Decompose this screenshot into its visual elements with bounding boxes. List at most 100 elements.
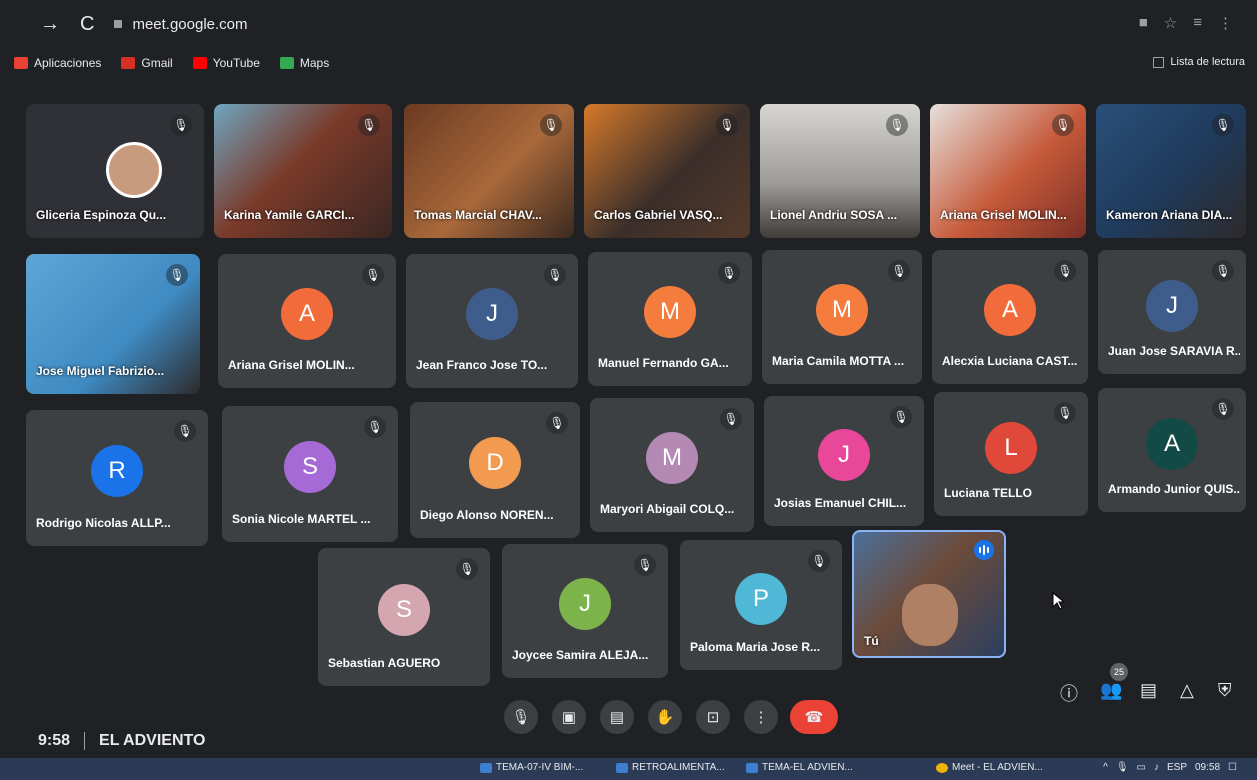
url-text: meet.google.com: [132, 15, 248, 33]
network-icon[interactable]: ▭: [1137, 762, 1146, 773]
participant-name: Sonia Nicole MARTEL ...: [232, 512, 371, 526]
avatar: A: [1146, 417, 1198, 470]
language-indicator[interactable]: ESP: [1167, 762, 1187, 773]
system-tray: ^ 🎙 ▭ ♪ ESP 09:58 ☐: [1103, 762, 1237, 773]
bookmark-label: Maps: [299, 56, 330, 70]
participant-name: Manuel Fernando GA...: [598, 356, 729, 370]
participant-tile[interactable]: 🎙 Jose Miguel Fabrizio...: [26, 254, 200, 394]
participant-tile[interactable]: 🎙 J Juan Jose SARAVIA R...: [1098, 250, 1246, 374]
raise-hand-button[interactable]: ✋: [648, 700, 682, 734]
avatar: S: [378, 584, 430, 637]
host-controls-icon[interactable]: ⛨: [1218, 680, 1232, 701]
captions-button[interactable]: ▤: [600, 700, 634, 734]
notifications-icon[interactable]: ☐: [1228, 762, 1237, 773]
mic-button[interactable]: 🎙: [504, 700, 538, 734]
menu-icon[interactable]: ⋮: [1218, 14, 1233, 32]
participant-tile[interactable]: 🎙 Gliceria Espinoza Qu...: [26, 104, 204, 238]
participant-tile[interactable]: 🎙 A Ariana Grisel MOLIN...: [218, 254, 396, 388]
participant-name: Ariana Grisel MOLIN...: [228, 358, 355, 372]
meeting-details-icon[interactable]: ⓘ: [1060, 680, 1078, 706]
tray-mic-icon[interactable]: 🎙: [1116, 762, 1129, 773]
participant-tile[interactable]: 🎙 A Armando Junior QUIS...: [1098, 388, 1246, 512]
taskbar-item[interactable]: TEMA-07-IV BIM-...: [480, 762, 583, 773]
taskbar-item[interactable]: TEMA-EL ADVIEN...: [746, 762, 853, 773]
activities-icon[interactable]: △: [1180, 680, 1194, 701]
participant-name: Ariana Grisel MOLIN...: [940, 208, 1067, 222]
participant-tile[interactable]: 🎙 A Alecxia Luciana CAST...: [932, 250, 1088, 384]
participant-tile[interactable]: 🎙 J Josias Emanuel CHIL...: [764, 396, 924, 526]
maps-icon: [279, 57, 294, 69]
reading-list[interactable]: Lista de lectura: [1153, 56, 1245, 68]
more-options-button[interactable]: ⋮: [744, 700, 778, 734]
avatar: A: [984, 284, 1036, 337]
bookmark-star-icon[interactable]: ☆: [1164, 14, 1177, 32]
reading-mode-icon[interactable]: ≡: [1193, 14, 1202, 32]
participant-tile[interactable]: 🎙 L Luciana TELLO: [934, 392, 1088, 516]
avatar: D: [469, 437, 521, 490]
bookmark-maps[interactable]: Maps: [279, 56, 330, 70]
participant-name: Josias Emanuel CHIL...: [774, 496, 907, 510]
participant-tile[interactable]: 🎙 J Joycee Samira ALEJA...: [502, 544, 668, 678]
avatar: J: [818, 428, 870, 481]
participant-tile[interactable]: 🎙 Carlos Gabriel VASQ...: [584, 104, 750, 238]
participant-name: Maria Camila MOTTA ...: [772, 354, 905, 368]
participant-name: Sebastian AGUERO: [328, 656, 441, 670]
participant-tile[interactable]: 🎙 Ariana Grisel MOLIN...: [930, 104, 1086, 238]
participant-name: Paloma Maria Jose R...: [690, 640, 821, 654]
participant-tile[interactable]: 🎙 Tomas Marcial CHAV...: [404, 104, 574, 238]
participant-tile[interactable]: 🎙 M Maria Camila MOTTA ...: [762, 250, 922, 384]
participant-name: Jose Miguel Fabrizio...: [36, 364, 165, 378]
tray-chevron-icon[interactable]: ^: [1103, 762, 1108, 773]
camera-button[interactable]: ▣: [552, 700, 586, 734]
participant-name: Lionel Andriu SOSA ...: [770, 208, 898, 222]
participant-tile[interactable]: 🎙 M Manuel Fernando GA...: [588, 252, 752, 386]
mic-off-icon: 🎙: [718, 262, 740, 284]
mic-off-icon: 🎙: [716, 114, 738, 136]
mic-off-icon: 🎙: [1054, 260, 1076, 282]
participant-tile[interactable]: 🎙 P Paloma Maria Jose R...: [680, 540, 842, 670]
word-icon: [746, 762, 758, 773]
mic-off-icon: 🎙: [174, 420, 196, 442]
reload-icon[interactable]: C: [80, 13, 94, 36]
participant-tile[interactable]: 🎙 S Sonia Nicole MARTEL ...: [222, 406, 398, 542]
people-icon[interactable]: 👥: [1100, 680, 1122, 701]
mic-off-icon: 🎙: [362, 264, 384, 286]
site-info-icon[interactable]: [114, 20, 123, 28]
gmail-icon: [121, 57, 136, 69]
present-button[interactable]: ⊡: [696, 700, 730, 734]
clock[interactable]: 09:58: [1195, 762, 1220, 773]
avatar: J: [559, 578, 611, 631]
end-call-button[interactable]: ☎: [790, 700, 838, 734]
mic-off-icon: 🎙: [166, 264, 188, 286]
bookmark-apps[interactable]: Aplicaciones: [14, 56, 101, 70]
participant-tile[interactable]: 🎙 M Maryori Abigail COLQ...: [590, 398, 754, 532]
screen: → C meet.google.com ■ ☆ ≡ ⋮ Aplicaciones…: [0, 0, 1257, 780]
participant-name: Luciana TELLO: [944, 486, 1033, 500]
self-view-tile[interactable]: Tú: [852, 530, 1006, 658]
participant-name: Rodrigo Nicolas ALLP...: [36, 516, 171, 530]
taskbar-item[interactable]: RETROALIMENTA...: [616, 762, 725, 773]
meeting-info: 9:58 EL ADVIENTO: [38, 732, 205, 750]
volume-icon[interactable]: ♪: [1154, 762, 1159, 773]
mic-off-icon: 🎙: [456, 558, 478, 580]
bookmark-youtube[interactable]: YouTube: [192, 56, 260, 70]
mic-off-icon: 🎙: [364, 416, 386, 438]
address-bar[interactable]: meet.google.com: [114, 15, 248, 33]
speaking-indicator-icon: [974, 540, 994, 560]
participant-tile[interactable]: 🎙 J Jean Franco Jose TO...: [406, 254, 578, 388]
forward-icon[interactable]: →: [40, 13, 60, 36]
bookmark-gmail[interactable]: Gmail: [121, 56, 173, 70]
mic-off-icon: 🎙: [888, 260, 910, 282]
mic-off-icon: 🎙: [1052, 114, 1074, 136]
participant-tile[interactable]: 🎙 Karina Yamile GARCI...: [214, 104, 392, 238]
chat-icon[interactable]: ▤: [1140, 680, 1157, 701]
mic-off-icon: 🎙: [720, 408, 742, 430]
participant-tile[interactable]: 🎙 Kameron Ariana DIA...: [1096, 104, 1246, 238]
video-icon[interactable]: ■: [1139, 14, 1148, 32]
avatar: R: [91, 445, 143, 498]
taskbar-item-meet[interactable]: Meet - EL ADVIEN...: [936, 762, 1043, 773]
participant-tile[interactable]: 🎙 R Rodrigo Nicolas ALLP...: [26, 410, 208, 546]
participant-tile[interactable]: 🎙 Lionel Andriu SOSA ...: [760, 104, 920, 238]
participant-tile[interactable]: 🎙 S Sebastian AGUERO: [318, 548, 490, 686]
participant-tile[interactable]: 🎙 D Diego Alonso NOREN...: [410, 402, 580, 538]
